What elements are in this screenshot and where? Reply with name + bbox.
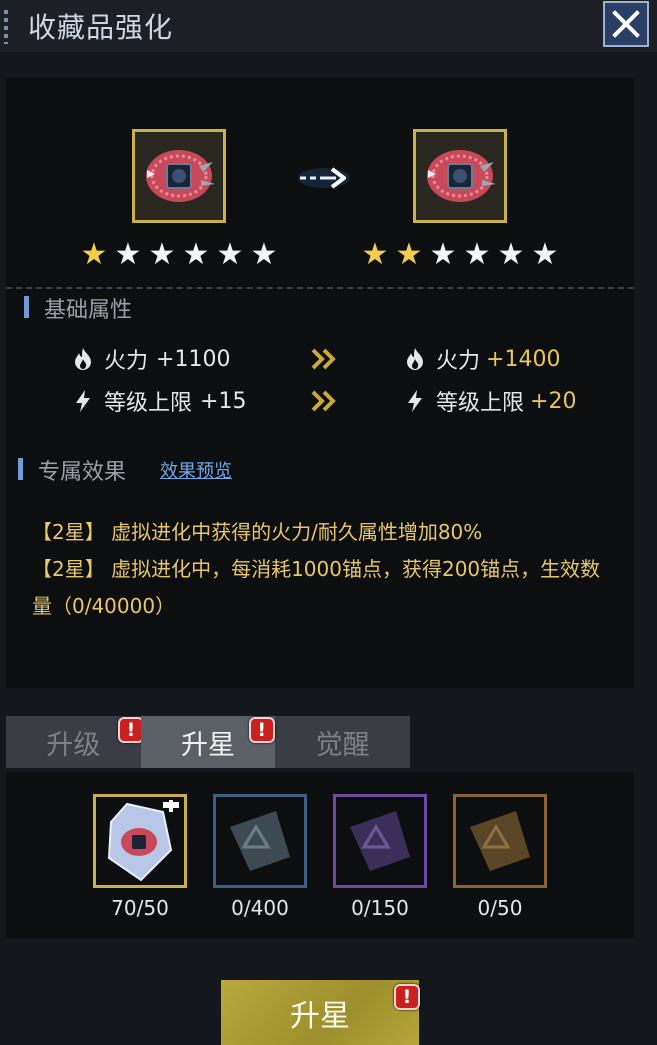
attr-row-firepower-current: 火力 +1100 bbox=[72, 343, 230, 375]
star-icon: ★ bbox=[463, 237, 491, 272]
close-button[interactable] bbox=[603, 1, 649, 47]
material-count: 0/50 bbox=[477, 896, 523, 920]
tab-level-up[interactable]: 升级 ! bbox=[6, 716, 144, 768]
lightning-icon bbox=[408, 390, 422, 412]
collection-detail-panel: ★ ★ ★ ★ ★ ★ ★ ★ ★ ★ ★ ★ 基础属性 火力 +1100 火力… bbox=[6, 78, 634, 688]
lightning-icon bbox=[76, 390, 90, 412]
star-up-button-label: 升星 bbox=[290, 998, 350, 1034]
next-item-frame bbox=[413, 129, 507, 223]
chevron-right-icon bbox=[311, 390, 336, 412]
star-icon: ★ bbox=[216, 237, 244, 272]
header-bar: 收藏品强化 bbox=[0, 0, 657, 52]
effect-preview-link[interactable]: 效果预览 bbox=[160, 457, 232, 483]
attr-row-level-cap-current: 等级上限 +15 bbox=[72, 385, 246, 417]
material-slot-purple-core[interactable] bbox=[333, 794, 427, 888]
attr-value-current: +15 bbox=[200, 388, 247, 414]
base-attributes-title: 基础属性 bbox=[44, 298, 133, 323]
tab-label: 觉醒 bbox=[315, 729, 370, 761]
material-panel: 70/50 0/400 0/150 0/50 bbox=[6, 772, 634, 938]
star-icon: ★ bbox=[531, 237, 559, 272]
close-icon bbox=[612, 10, 640, 38]
tab-star-up[interactable]: 升星 ! bbox=[140, 716, 276, 768]
section-marker bbox=[18, 458, 23, 480]
fire-icon bbox=[75, 348, 91, 370]
current-star-rating: ★ ★ ★ ★ ★ ★ bbox=[80, 240, 278, 270]
attr-label: 等级上限 bbox=[436, 391, 525, 416]
star-icon: ★ bbox=[395, 237, 423, 272]
attr-row-level-cap-next: 等级上限 +20 bbox=[404, 385, 576, 417]
material-count: 70/50 bbox=[111, 896, 169, 920]
star-icon: ★ bbox=[148, 237, 176, 272]
next-star-rating: ★ ★ ★ ★ ★ ★ bbox=[361, 240, 559, 270]
star-icon: ★ bbox=[114, 237, 142, 272]
upgrade-tabs: 升级 ! 升星 ! 觉醒 bbox=[6, 716, 410, 768]
effect-line: 【2星】 虚拟进化中获得的火力/耐久属性增加80% bbox=[32, 520, 483, 544]
tab-label: 升星 bbox=[181, 729, 235, 761]
ring-item-icon bbox=[146, 150, 215, 202]
material-slot-blue-core[interactable] bbox=[213, 794, 307, 888]
current-item-frame bbox=[132, 129, 226, 223]
tab-awaken[interactable]: 觉醒 bbox=[275, 716, 410, 768]
blue-core-icon bbox=[230, 811, 290, 871]
gold-core-icon bbox=[470, 811, 530, 871]
alert-badge-icon: ! bbox=[394, 984, 420, 1010]
star-icon: ★ bbox=[182, 237, 210, 272]
tab-label: 升级 bbox=[46, 729, 101, 761]
item-shard-icon bbox=[107, 800, 179, 882]
page-title: 收藏品强化 bbox=[28, 11, 174, 44]
fire-icon bbox=[407, 348, 423, 370]
section-divider bbox=[6, 287, 634, 289]
attr-label: 等级上限 bbox=[104, 391, 193, 416]
attr-label: 火力 bbox=[104, 349, 149, 374]
header-dots bbox=[4, 10, 8, 44]
attr-row-firepower-next: 火力 +1400 bbox=[404, 343, 560, 375]
alert-badge-icon: ! bbox=[248, 717, 275, 743]
upgrade-arrow-icon bbox=[298, 167, 350, 189]
material-slot-item-shard[interactable] bbox=[93, 794, 187, 888]
star-icon: ★ bbox=[250, 237, 278, 272]
attr-value-next: +1400 bbox=[486, 346, 561, 372]
effect-line: 【2星】 虚拟进化中，每消耗1000锚点，获得200锚点，生效数量（0/4000… bbox=[32, 557, 601, 618]
exclusive-effects-title: 专属效果 bbox=[38, 460, 127, 485]
chevron-right-icon bbox=[311, 348, 336, 370]
star-icon: ★ bbox=[80, 237, 108, 272]
star-up-button[interactable]: 升星 bbox=[221, 980, 419, 1045]
ring-item-icon bbox=[427, 150, 496, 202]
material-slot-gold-core[interactable] bbox=[453, 794, 547, 888]
attr-value-current: +1100 bbox=[156, 346, 231, 372]
star-icon: ★ bbox=[429, 237, 457, 272]
attr-value-next: +20 bbox=[530, 388, 577, 414]
purple-core-icon bbox=[350, 811, 410, 871]
section-marker bbox=[24, 296, 29, 318]
effect-description: 【2星】 虚拟进化中获得的火力/耐久属性增加80% 【2星】 虚拟进化中，每消耗… bbox=[32, 514, 612, 625]
star-icon: ★ bbox=[497, 237, 525, 272]
star-icon: ★ bbox=[361, 237, 389, 272]
material-count: 0/400 bbox=[231, 896, 289, 920]
attr-label: 火力 bbox=[436, 349, 481, 374]
material-count: 0/150 bbox=[351, 896, 409, 920]
